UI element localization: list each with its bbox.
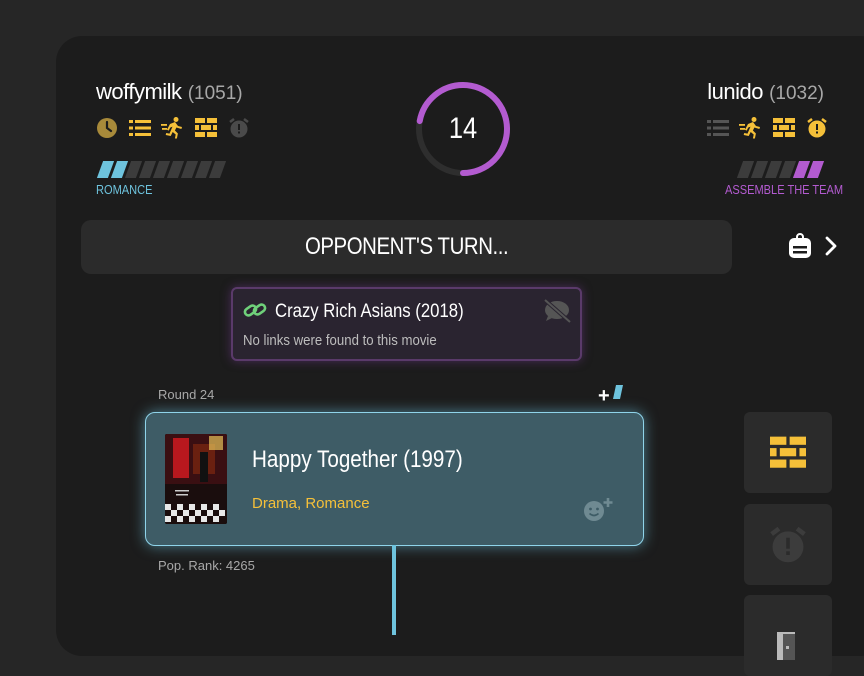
movie-genres: Drama, Romance xyxy=(252,495,370,512)
door-icon xyxy=(777,631,795,660)
brick-wall-icon xyxy=(772,116,796,140)
player2-lifelines xyxy=(706,116,829,140)
running-icon xyxy=(739,116,763,140)
chevron-right-icon[interactable] xyxy=(824,236,838,261)
genre-bonus-badge: + xyxy=(598,385,624,408)
player1-name: woffymilk xyxy=(96,79,182,104)
timer-value: 14 xyxy=(448,112,478,145)
add-reaction-icon[interactable] xyxy=(583,497,615,528)
running-icon[interactable] xyxy=(161,116,185,140)
popularity-rank: Pop. Rank: 4265 xyxy=(158,558,255,573)
alarm-lifeline-button[interactable] xyxy=(744,504,832,585)
plus-icon: + xyxy=(598,385,610,407)
player2-rating: (1032) xyxy=(769,83,824,104)
player2-name-block: lunido (1032) xyxy=(707,79,824,105)
player2-genre: ASSEMBLE THE TEAM xyxy=(725,182,844,197)
side-top-controls xyxy=(788,233,838,264)
link-icon xyxy=(243,299,267,326)
player2-progress-bar xyxy=(736,161,825,178)
turn-status-label: OPPONENT'S TURN... xyxy=(304,233,509,260)
player1-name-block: woffymilk (1051) xyxy=(96,79,243,105)
comment-slash-icon xyxy=(542,298,572,329)
clock-icon[interactable] xyxy=(95,116,119,140)
movie-title: Happy Together (1997) xyxy=(252,446,463,473)
linked-movie-title: Crazy Rich Asians (2018) xyxy=(275,301,464,322)
alarm-clock-icon xyxy=(805,116,829,140)
movie-poster xyxy=(165,434,227,524)
brick-wall-icon[interactable] xyxy=(194,116,218,140)
movie-chain-connector xyxy=(392,545,396,635)
player1-lifelines xyxy=(95,116,251,140)
linked-movie-subtitle: No links were found to this movie xyxy=(243,332,437,349)
alarm-clock-icon xyxy=(770,526,806,562)
round-label: Round 24 xyxy=(158,387,215,402)
turn-status-bar: OPPONENT'S TURN... xyxy=(81,220,732,274)
exit-game-button[interactable] xyxy=(744,595,832,676)
player2-name: lunido xyxy=(707,79,763,104)
backpack-icon[interactable] xyxy=(788,233,812,264)
player1-rating: (1051) xyxy=(187,83,243,104)
player1-progress-bar xyxy=(96,161,227,178)
genre-stripe-icon xyxy=(613,385,624,399)
turn-timer: 14 xyxy=(414,80,512,178)
list-icon[interactable] xyxy=(128,116,152,140)
player1-genre: ROMANCE xyxy=(96,182,153,197)
brick-wall-icon xyxy=(770,436,806,468)
block-lifeline-button[interactable] xyxy=(744,412,832,493)
linked-movie-box: Crazy Rich Asians (2018) No links were f… xyxy=(231,287,582,361)
list-icon xyxy=(706,116,730,140)
current-movie-card[interactable]: Happy Together (1997) Drama, Romance xyxy=(145,412,644,546)
alarm-clock-icon xyxy=(227,116,251,140)
